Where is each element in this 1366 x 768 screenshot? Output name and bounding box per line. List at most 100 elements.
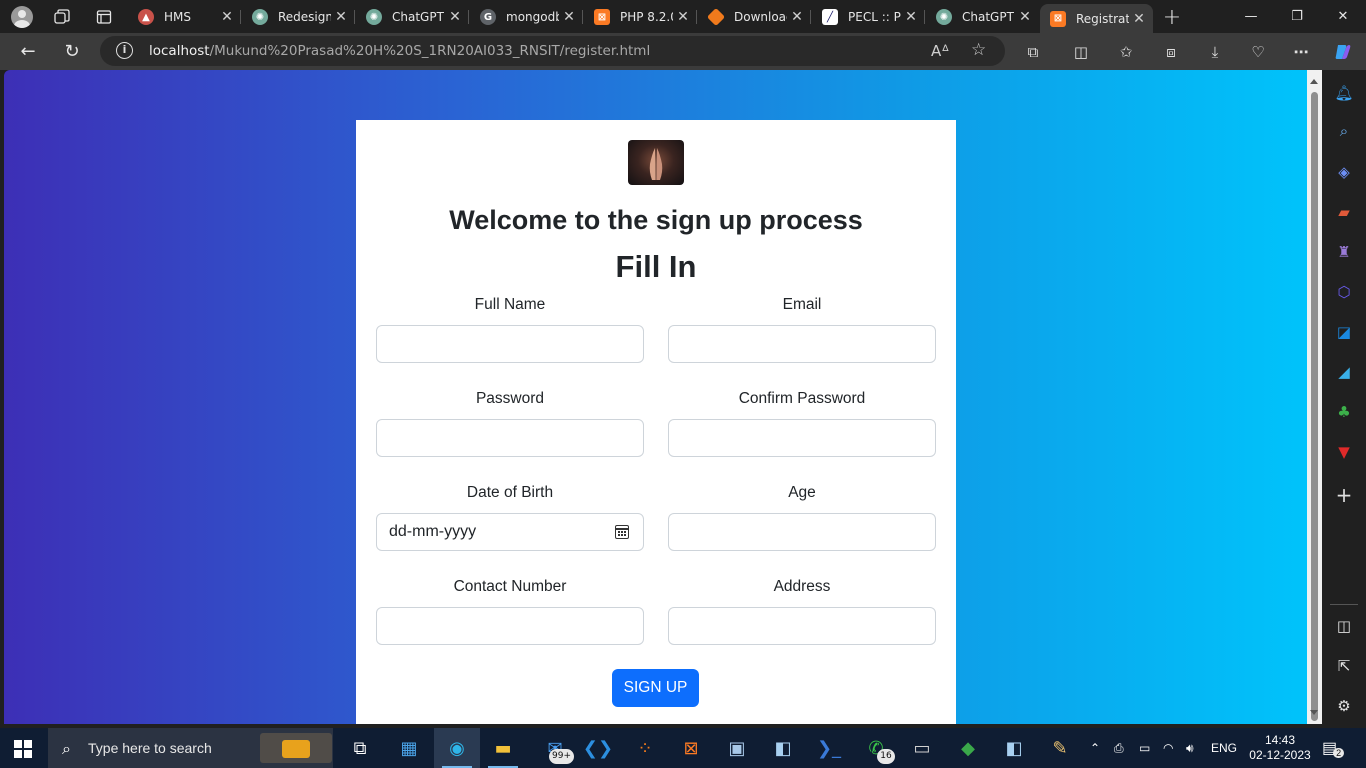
- favorite-star-icon[interactable]: ☆: [971, 40, 986, 60]
- tab-php[interactable]: ⊠ PHP 8.2.0 ✕: [584, 4, 697, 30]
- bell-icon[interactable]: 🔔︎: [1333, 82, 1355, 104]
- close-tab-icon[interactable]: ✕: [559, 9, 579, 25]
- refresh-button[interactable]: ↻: [57, 37, 87, 65]
- volume-icon[interactable]: 🔊︎: [1186, 728, 1194, 768]
- close-tab-icon[interactable]: ✕: [901, 9, 921, 25]
- scroll-up-icon[interactable]: [1310, 79, 1318, 84]
- close-tab-icon[interactable]: ✕: [217, 9, 237, 25]
- url-text[interactable]: localhost/Mukund%20Prasad%20H%20S_1RN20A…: [149, 43, 650, 59]
- close-tab-icon[interactable]: ✕: [673, 9, 693, 25]
- hide-sidebar-icon[interactable]: ◫: [1333, 615, 1355, 637]
- search-icon[interactable]: ⌕: [1333, 120, 1355, 142]
- read-aloud-icon[interactable]: A͏ᐞ: [931, 42, 949, 60]
- shopping-tag-icon[interactable]: ◈: [1333, 161, 1355, 183]
- split-screen-icon[interactable]: ◫: [1070, 41, 1092, 63]
- clock[interactable]: 14:43 02-12-2023: [1247, 728, 1313, 768]
- language-indicator[interactable]: ENG: [1211, 728, 1237, 768]
- email-input[interactable]: [668, 325, 936, 363]
- page-title: Welcome to the sign up process: [449, 205, 863, 235]
- tab-chatgpt-2[interactable]: ✺ ChatGPT ✕: [926, 4, 1039, 30]
- scroll-thumb[interactable]: [1311, 92, 1318, 721]
- wifi-icon[interactable]: ◠: [1163, 728, 1173, 768]
- close-tab-icon[interactable]: ✕: [331, 9, 351, 25]
- vivaldi-icon[interactable]: ▼: [1333, 441, 1355, 463]
- windows-start-icon[interactable]: [14, 740, 32, 758]
- new-tab-button[interactable]: +: [1157, 4, 1187, 30]
- mail-icon[interactable]: ✉ 99+: [532, 728, 578, 768]
- terminal-icon[interactable]: ▭: [899, 728, 945, 768]
- age-input[interactable]: [668, 513, 936, 551]
- back-button[interactable]: ←: [13, 37, 43, 65]
- tab-mongodb[interactable]: G mongodb ✕: [470, 4, 583, 30]
- external-link-icon[interactable]: ⇱: [1333, 655, 1355, 677]
- task-view-icon[interactable]: ⧉: [337, 728, 383, 768]
- confirm-password-input[interactable]: [668, 419, 936, 457]
- copilot-sidebar-icon[interactable]: ⬡: [1333, 281, 1355, 303]
- vscode-icon[interactable]: ❮❯: [575, 728, 621, 768]
- dob-input[interactable]: dd-mm-yyyy: [376, 513, 644, 551]
- full-name-input[interactable]: [376, 325, 644, 363]
- tab-title: PHP 8.2.0: [620, 10, 673, 24]
- site-info-icon[interactable]: i: [116, 42, 133, 59]
- app-window-2-icon[interactable]: ◧: [991, 728, 1037, 768]
- tab-favicon-icon: ✺: [252, 9, 268, 25]
- tab-download[interactable]: Download ✕: [698, 4, 811, 30]
- sign-up-button[interactable]: SIGN UP: [612, 669, 699, 707]
- settings-more-icon[interactable]: ⋯: [1290, 41, 1312, 63]
- notification-center-icon[interactable]: ▤ 2: [1322, 728, 1345, 768]
- password-input[interactable]: [376, 419, 644, 457]
- meet-now-icon[interactable]: ⎙: [1114, 728, 1124, 768]
- copilot-icon[interactable]: [1332, 41, 1354, 63]
- address-bar[interactable]: i localhost/Mukund%20Prasad%20H%20S_1RN2…: [100, 36, 1005, 66]
- drop-icon[interactable]: ◢: [1333, 361, 1355, 383]
- address-input[interactable]: [668, 607, 936, 645]
- tools-briefcase-icon[interactable]: ▰: [1333, 201, 1355, 223]
- tab-registration[interactable]: ⊠ Registratio ✕: [1040, 4, 1153, 33]
- file-explorer-icon[interactable]: ▬: [480, 728, 526, 768]
- tab-hms[interactable]: ▲ HMS ✕: [128, 4, 241, 30]
- notification-count: 2: [1333, 748, 1345, 758]
- minimize-button[interactable]: —: [1228, 0, 1274, 33]
- favorites-icon[interactable]: ✩: [1115, 41, 1137, 63]
- tab-actions-button[interactable]: [89, 4, 119, 30]
- calendar-icon[interactable]: [615, 525, 629, 539]
- git-icon[interactable]: ⁘: [622, 728, 668, 768]
- close-window-button[interactable]: ✕: [1320, 0, 1366, 33]
- whatsapp-icon[interactable]: ✆ 16: [853, 728, 899, 768]
- games-icon[interactable]: ♜: [1333, 241, 1355, 263]
- battery-icon[interactable]: ▭: [1139, 728, 1150, 768]
- paint-icon[interactable]: ✎: [1037, 728, 1083, 768]
- close-tab-icon[interactable]: ✕: [1129, 11, 1149, 27]
- show-hidden-icons[interactable]: ⌃: [1090, 728, 1100, 768]
- app-window-icon[interactable]: ◧: [760, 728, 806, 768]
- close-tab-icon[interactable]: ✕: [1015, 9, 1035, 25]
- browser-toolbar: ← ↻ i localhost/Mukund%20Prasad%20H%20S_…: [0, 33, 1366, 70]
- close-tab-icon[interactable]: ✕: [787, 9, 807, 25]
- downloads-icon[interactable]: ⤓: [1204, 41, 1226, 63]
- sidebar-settings-gear-icon[interactable]: ⚙: [1333, 695, 1355, 717]
- tab-chatgpt[interactable]: ✺ ChatGPT ✕: [356, 4, 469, 30]
- page-scrollbar[interactable]: [1307, 70, 1322, 724]
- tab-redesign[interactable]: ✺ Redesign ✕: [242, 4, 355, 30]
- tree-icon[interactable]: ♣: [1333, 401, 1355, 423]
- control-panel-icon[interactable]: ▣: [714, 728, 760, 768]
- scroll-down-icon[interactable]: [1310, 710, 1318, 715]
- microsoft-store-icon[interactable]: ▦: [386, 728, 432, 768]
- browser-essentials-icon[interactable]: ♡: [1247, 41, 1269, 63]
- add-sidebar-app-icon[interactable]: +: [1333, 483, 1355, 507]
- taskbar-search[interactable]: ⌕ Type here to search: [48, 728, 333, 768]
- restore-button[interactable]: ❐: [1274, 0, 1320, 33]
- xampp-icon[interactable]: ⊠: [668, 728, 714, 768]
- tab-pecl[interactable]: ╱ PECL :: Pa ✕: [812, 4, 925, 30]
- mongodb-compass-icon[interactable]: ◆: [945, 728, 991, 768]
- collections-icon[interactable]: ⧈: [1160, 41, 1182, 63]
- extensions-icon[interactable]: ⧉: [1022, 41, 1044, 63]
- workspaces-button[interactable]: [47, 4, 77, 30]
- outlook-icon[interactable]: ◪: [1333, 321, 1355, 343]
- contact-number-input[interactable]: [376, 607, 644, 645]
- close-tab-icon[interactable]: ✕: [445, 9, 465, 25]
- tab-title: HMS: [164, 10, 191, 24]
- powershell-icon[interactable]: ❯_: [806, 728, 852, 768]
- edge-taskbar-icon[interactable]: ◉: [434, 728, 480, 768]
- profile-button[interactable]: [7, 4, 37, 30]
